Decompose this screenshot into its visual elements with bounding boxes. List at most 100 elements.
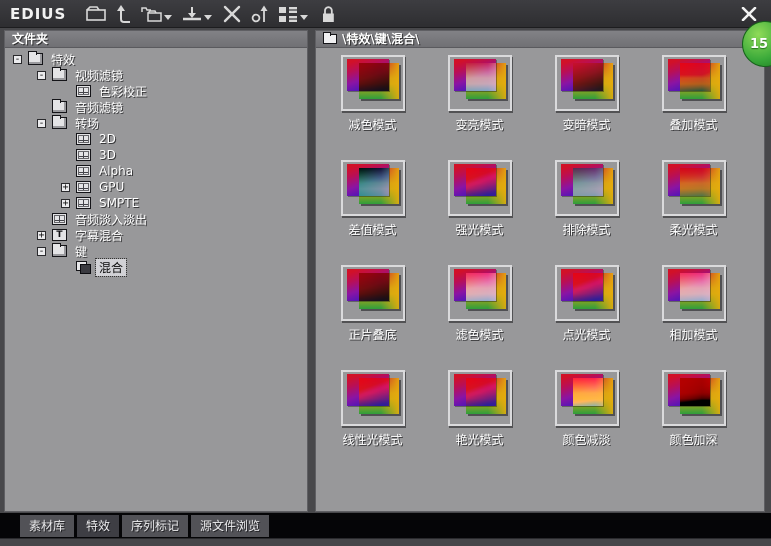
effect-item[interactable]: 艳光模式: [426, 367, 533, 472]
effect-item-label: 滤色模式: [455, 326, 503, 343]
palette-tab[interactable]: 序列标记: [122, 515, 188, 537]
folder-open-icon: [52, 245, 67, 257]
tree-item[interactable]: 色彩校正: [5, 83, 307, 99]
effect-thumbnail[interactable]: [448, 160, 512, 216]
tree-item[interactable]: + SMPTE: [5, 195, 307, 211]
tree-expander[interactable]: +: [37, 231, 46, 240]
edius-effects-palette-window: EDIUS: [0, 0, 771, 546]
effect-item[interactable]: 颜色加深: [640, 367, 747, 472]
effect-thumbnail[interactable]: [555, 265, 619, 321]
effect-thumbnail[interactable]: [341, 55, 405, 111]
effect-item[interactable]: 柔光模式: [640, 157, 747, 262]
tree-item[interactable]: Alpha: [5, 163, 307, 179]
new-folder-dropdown-caret[interactable]: [164, 15, 172, 20]
breadcrumb-path: \特效\键\混合\: [342, 31, 420, 48]
tree-item[interactable]: - 键: [5, 243, 307, 259]
tree-expander[interactable]: -: [13, 55, 22, 64]
up-level-icon[interactable]: [110, 2, 138, 26]
tree-expander[interactable]: -: [37, 119, 46, 128]
thumbnail-blend-region: [359, 63, 389, 91]
palette-tab[interactable]: 素材库: [20, 515, 74, 537]
app-logo: EDIUS: [10, 5, 66, 23]
filter-icon: [76, 197, 91, 209]
palette-tab[interactable]: 特效: [77, 515, 119, 537]
thumbnail-blend-region: [466, 273, 496, 301]
effect-item[interactable]: 叠加模式: [640, 52, 747, 157]
thumbnail-blend-region: [466, 63, 496, 91]
effect-item-label: 颜色加深: [669, 431, 717, 448]
palette-tab[interactable]: 源文件浏览: [191, 515, 269, 537]
effect-item-label: 变亮模式: [455, 116, 503, 133]
effect-thumbnail[interactable]: [341, 160, 405, 216]
tree-item[interactable]: 音频滤镜: [5, 99, 307, 115]
delete-icon[interactable]: [218, 2, 246, 26]
tree-item[interactable]: - 转场: [5, 115, 307, 131]
tree-item-label: 特效: [48, 51, 78, 68]
tree-expander[interactable]: +: [61, 183, 70, 192]
effect-thumbnail[interactable]: [448, 370, 512, 426]
effect-thumbnail[interactable]: [662, 160, 726, 216]
view-mode-icon[interactable]: [274, 2, 302, 26]
toolbar: EDIUS: [0, 0, 771, 28]
tree-item[interactable]: 2D: [5, 131, 307, 147]
effect-thumbnail[interactable]: [341, 265, 405, 321]
panel-splitter[interactable]: [308, 30, 315, 512]
effect-item[interactable]: 变亮模式: [426, 52, 533, 157]
folder-tree-panel: 文件夹 - 特效 - 视频滤镜 色彩校正 音频滤镜 - 转场 2D 3D Alp…: [4, 30, 308, 512]
thumbnail-blend-region: [573, 273, 603, 301]
effect-thumbnail[interactable]: [448, 265, 512, 321]
thumbnail-blend-region: [359, 273, 389, 301]
effect-item-label: 颜色减淡: [562, 431, 610, 448]
effect-item-label: 线性光模式: [342, 431, 402, 448]
effect-item[interactable]: 相加模式: [640, 262, 747, 367]
tree-item[interactable]: 3D: [5, 147, 307, 163]
tree-item[interactable]: 混合: [5, 259, 307, 275]
effect-thumbnail[interactable]: [555, 55, 619, 111]
effects-list-panel: \特效\键\混合\ 减色模式 变亮模式: [315, 30, 765, 512]
window-bottom-strip: [0, 538, 771, 546]
effect-item[interactable]: 正片叠底: [319, 262, 426, 367]
effect-thumbnail[interactable]: [555, 370, 619, 426]
add-to-timeline-icon[interactable]: [178, 2, 206, 26]
path-folder-icon: [323, 34, 337, 44]
add-to-timeline-dropdown-caret[interactable]: [204, 15, 212, 20]
effect-item[interactable]: 排除模式: [533, 157, 640, 262]
tree-item[interactable]: 音频淡入淡出: [5, 211, 307, 227]
folder-icon[interactable]: [82, 2, 110, 26]
effect-thumbnail[interactable]: [448, 55, 512, 111]
effect-thumbnail[interactable]: [662, 265, 726, 321]
effect-item[interactable]: 点光模式: [533, 262, 640, 367]
tree-item-label: 转场: [72, 115, 102, 132]
effect-thumbnail[interactable]: [341, 370, 405, 426]
effect-item[interactable]: 差值模式: [319, 157, 426, 262]
effect-item-label: 叠加模式: [669, 116, 717, 133]
effect-thumbnail[interactable]: [662, 370, 726, 426]
view-mode-dropdown-caret[interactable]: [300, 15, 308, 20]
effect-item[interactable]: 强光模式: [426, 157, 533, 262]
filter-icon: [76, 85, 91, 97]
tree-item-label: Alpha: [96, 164, 136, 178]
main-area: 文件夹 - 特效 - 视频滤镜 色彩校正 音频滤镜 - 转场 2D 3D Alp…: [0, 29, 771, 513]
new-folder-icon[interactable]: [138, 2, 166, 26]
effect-item[interactable]: 颜色减淡: [533, 367, 640, 472]
tree-item[interactable]: - 视频滤镜: [5, 67, 307, 83]
tree-expander[interactable]: -: [37, 247, 46, 256]
effect-item[interactable]: 线性光模式: [319, 367, 426, 472]
tree-item[interactable]: + 字幕混合: [5, 227, 307, 243]
effect-item[interactable]: 变暗模式: [533, 52, 640, 157]
tree-expander[interactable]: +: [61, 199, 70, 208]
filter-icon: [76, 149, 91, 161]
effect-thumbnail[interactable]: [555, 160, 619, 216]
tree-item[interactable]: - 特效: [5, 51, 307, 67]
tree-expander[interactable]: -: [37, 71, 46, 80]
effect-thumbnail[interactable]: [662, 55, 726, 111]
tree-item[interactable]: + GPU: [5, 179, 307, 195]
folder-panel-title: 文件夹: [12, 31, 48, 48]
effect-item-label: 排除模式: [562, 221, 610, 238]
filter-icon: [76, 165, 91, 177]
folder-icon: [52, 101, 67, 113]
effect-item[interactable]: 减色模式: [319, 52, 426, 157]
effect-item[interactable]: 滤色模式: [426, 262, 533, 367]
lock-icon[interactable]: [314, 2, 342, 26]
set-default-icon[interactable]: [246, 2, 274, 26]
